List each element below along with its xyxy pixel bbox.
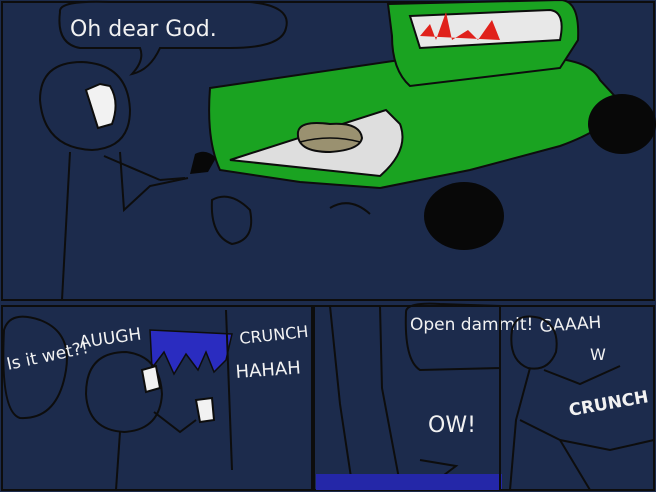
sfx-ow: OW! [428,413,476,438]
shout-text-bottom-right-2: W [590,345,606,364]
blue-floor [316,474,502,490]
car-wheel-front [588,94,656,154]
comic-page: Oh dear God. Is it wet?! AUUGH CRUNCH HA… [0,0,656,492]
comic-canvas: Oh dear God. Is it wet?! AUUGH CRUNCH HA… [0,0,656,492]
speech-text-top: Oh dear God. [70,17,217,42]
hand-on-door [194,396,216,424]
car-wheel-rear [424,182,504,250]
